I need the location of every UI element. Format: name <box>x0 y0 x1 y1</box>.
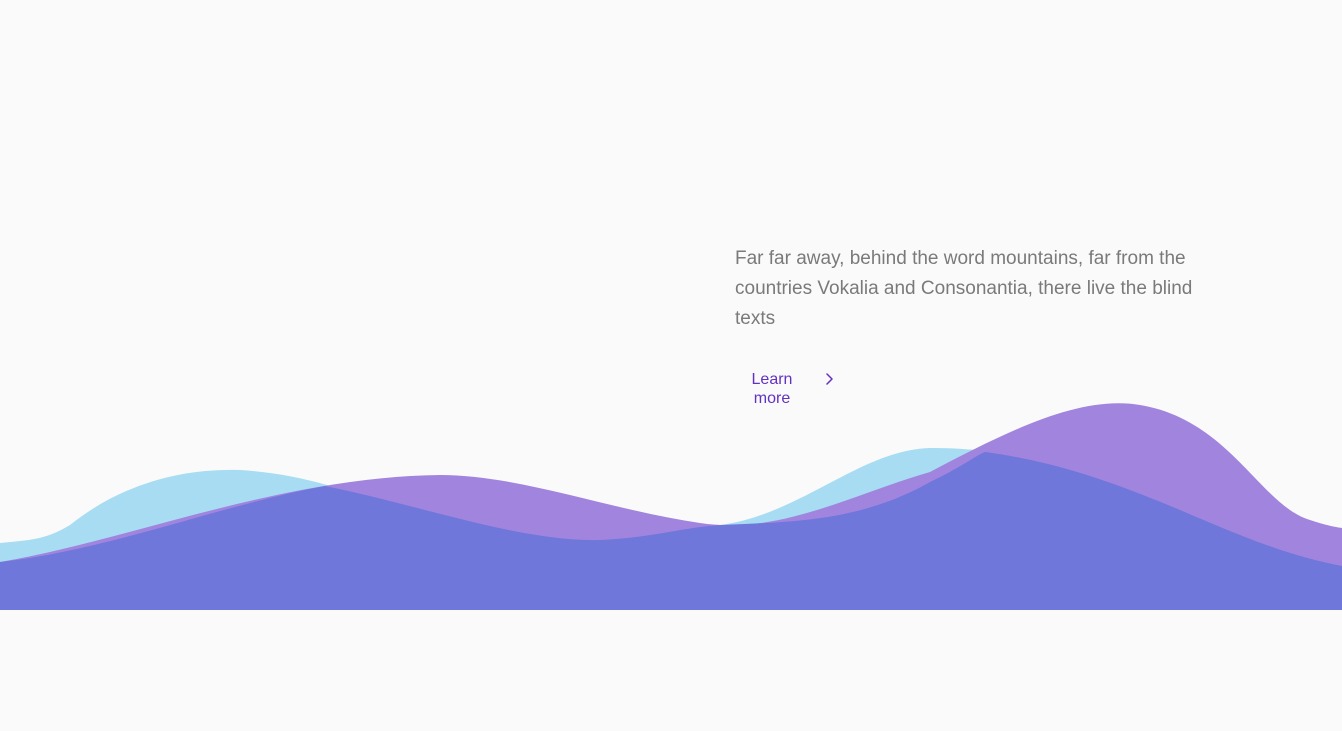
learn-more-label: Learn more <box>751 371 793 407</box>
decorative-waves <box>0 403 1342 610</box>
learn-more-link[interactable]: Learn more <box>742 370 838 408</box>
chevron-right-icon <box>822 370 838 388</box>
hero-text: Far far away, behind the word mountains,… <box>735 248 1193 329</box>
hero-copy: Far far away, behind the word mountains,… <box>735 244 1205 334</box>
page: Far far away, behind the word mountains,… <box>0 0 1342 731</box>
